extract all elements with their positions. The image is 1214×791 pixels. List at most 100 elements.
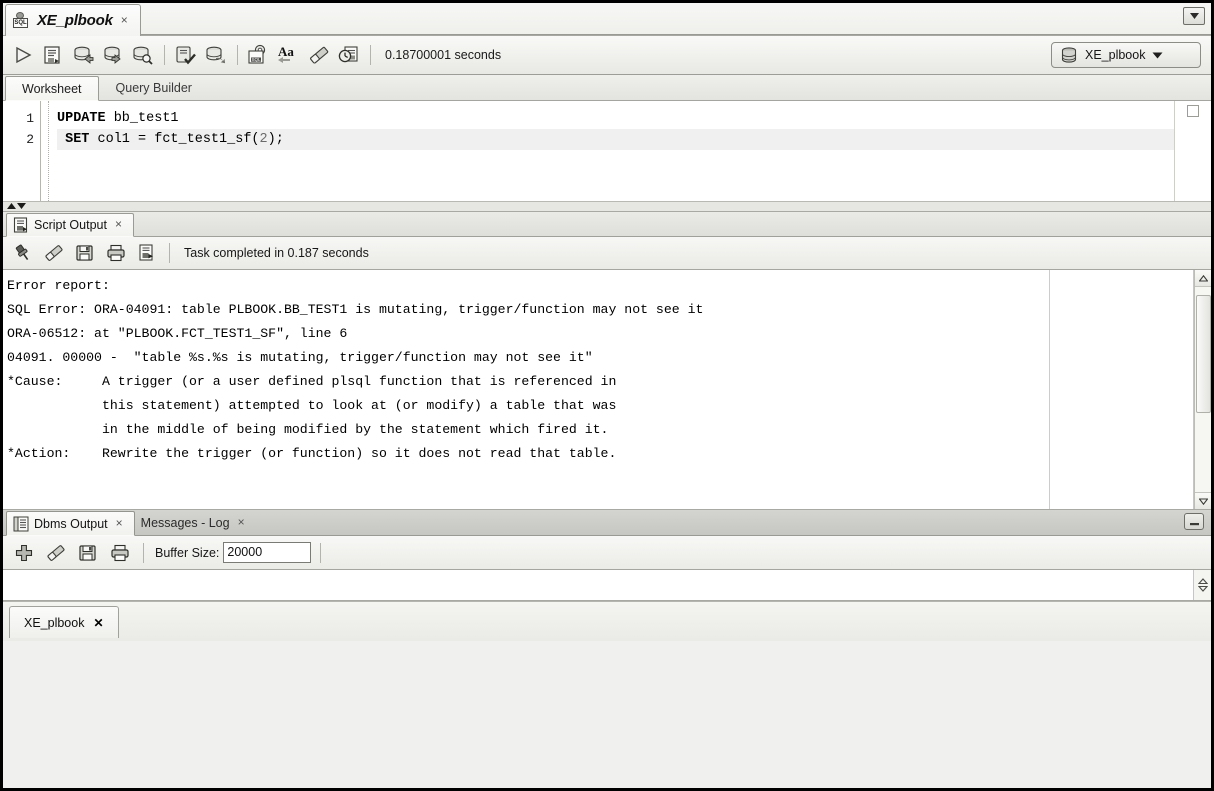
- buffer-size-input[interactable]: 20000: [223, 542, 312, 563]
- sql-code-text[interactable]: UPDATE bb_test1 SET col1 = fct_test1_sf(…: [48, 101, 1174, 201]
- scroll-down-button[interactable]: [1194, 492, 1211, 509]
- dbms-output-text: [3, 570, 1194, 600]
- bottom-tab-bar: XE_plbook ✕: [3, 601, 1211, 641]
- history-clock-icon: [338, 46, 358, 63]
- sql-connection-icon: SQL: [13, 12, 32, 29]
- splitter-arrows-icon: [7, 203, 26, 209]
- scrollbar-track[interactable]: [1194, 287, 1211, 492]
- line-number: 2: [26, 132, 34, 147]
- sql-keyword: SET: [57, 132, 90, 147]
- print-output-button[interactable]: [102, 239, 130, 267]
- unshared-sql-worksheet-button[interactable]: [129, 41, 157, 69]
- code-line-1: UPDATE bb_test1: [57, 108, 1174, 129]
- tab-messages-log-close-icon[interactable]: ×: [235, 515, 247, 531]
- eraser-icon: [310, 46, 329, 64]
- tab-script-output[interactable]: Script Output ×: [6, 213, 134, 237]
- buffer-size-label: Buffer Size:: [155, 545, 220, 560]
- sql-editor-area[interactable]: 1 2 UPDATE bb_test1 SET col1 = fct_test1…: [3, 101, 1175, 201]
- tab-dbms-output-label: Dbms Output: [34, 516, 108, 531]
- scrollbar-thumb[interactable]: [1195, 295, 1211, 413]
- script-page-icon: [44, 46, 60, 64]
- dbms-output-scrollbar[interactable]: [1194, 570, 1211, 600]
- panel-toolbar-separator: [169, 243, 170, 263]
- database-search-icon: [133, 46, 153, 65]
- code-line-2: SET col1 = fct_test1_sf(2);: [57, 129, 1174, 150]
- connection-name: XE_plbook: [1085, 48, 1146, 62]
- floppy-save-icon: [79, 544, 96, 561]
- editor-splitter[interactable]: [3, 202, 1211, 212]
- tab-messages-log-label: Messages - Log: [140, 515, 230, 530]
- database-icon: [1061, 46, 1077, 63]
- clear-dbms-output-button[interactable]: [42, 539, 70, 567]
- clear-worksheet-button[interactable]: [305, 41, 333, 69]
- database-commit-icon: [74, 46, 94, 64]
- tab-messages-log[interactable]: Messages - Log ×: [135, 510, 256, 535]
- tab-dbms-output-close-icon[interactable]: ×: [113, 516, 125, 532]
- svg-text:Aa: Aa: [278, 44, 294, 59]
- change-case-icon: Aa: [278, 44, 294, 63]
- document-tab-xe-plbook[interactable]: SQL XE_plbook ×: [5, 4, 141, 36]
- change-case-button[interactable]: Aa: [275, 41, 303, 69]
- save-dbms-output-button[interactable]: [74, 539, 102, 567]
- bottom-tab-close-icon[interactable]: ✕: [93, 616, 103, 630]
- tab-query-builder-label: Query Builder: [115, 80, 192, 95]
- document-tab-close-icon[interactable]: ×: [118, 13, 130, 29]
- toolbar-separator-3: [370, 45, 371, 65]
- run-script-button[interactable]: [39, 41, 67, 69]
- pin-button[interactable]: [9, 239, 37, 267]
- document-tab-bar: SQL XE_plbook ×: [3, 3, 1211, 36]
- printer-icon: [111, 544, 129, 561]
- bottom-tab-xe-plbook[interactable]: XE_plbook ✕: [9, 606, 119, 638]
- dbms-toolbar-separator-1: [143, 542, 144, 563]
- toolbar-separator-1: [164, 45, 165, 65]
- caret-up-icon: [1198, 274, 1208, 282]
- script-output-scrollbar[interactable]: [1194, 270, 1211, 509]
- minimize-bar-icon: [1189, 523, 1199, 526]
- sql-identifier: col1 = fct_test1_sf(: [89, 132, 260, 147]
- panel-minimize-button[interactable]: [1184, 513, 1204, 530]
- tab-dbms-output[interactable]: Dbms Output ×: [6, 511, 135, 536]
- chevron-down-icon: [1152, 52, 1163, 58]
- print-dbms-output-button[interactable]: [106, 539, 134, 567]
- bottom-tab-label: XE_plbook: [24, 615, 85, 630]
- scroll-up-button[interactable]: [1194, 270, 1211, 287]
- sql-identifier: bb_test1: [105, 111, 179, 126]
- tab-worksheet-label: Worksheet: [22, 81, 82, 96]
- sql-editor[interactable]: 1 2 UPDATE bb_test1 SET col1 = fct_test1…: [3, 101, 1211, 202]
- dbms-toolbar-separator-2: [320, 542, 322, 563]
- dbms-output-toolbar: Buffer Size: 20000: [3, 536, 1211, 570]
- sql-history-clock-button[interactable]: [335, 41, 363, 69]
- dbms-output-body[interactable]: [3, 570, 1211, 601]
- explain-plan-button[interactable]: [202, 41, 230, 69]
- autotrace-button[interactable]: [172, 41, 200, 69]
- worksheet-tab-bar: Worksheet Query Builder: [3, 75, 1211, 101]
- tab-worksheet[interactable]: Worksheet: [5, 76, 99, 101]
- scroll-updown-icon: [1197, 578, 1208, 592]
- toolbar-separator-2: [237, 45, 238, 65]
- run-statement-button[interactable]: [9, 41, 37, 69]
- sql-icon-label: SQL: [13, 18, 28, 28]
- eraser-icon: [47, 544, 65, 561]
- clear-output-button[interactable]: [40, 239, 68, 267]
- document-tab-title: XE_plbook: [37, 12, 113, 29]
- script-output-body[interactable]: Error report: SQL Error: ORA-04091: tabl…: [3, 270, 1211, 510]
- enable-dbms-output-button[interactable]: [10, 539, 38, 567]
- commit-button[interactable]: [69, 41, 97, 69]
- pushpin-icon: [15, 244, 29, 261]
- open-in-editor-button[interactable]: [133, 239, 161, 267]
- dbms-output-icon: [13, 516, 29, 531]
- sql-developer-window: SQL XE_plbook × SQL Aa 0.18700001 second…: [0, 0, 1214, 791]
- connection-chooser[interactable]: XE_plbook: [1051, 42, 1201, 68]
- editor-line-gutter: 1 2: [3, 101, 41, 201]
- rollback-button[interactable]: [99, 41, 127, 69]
- editor-overview-ruler[interactable]: [1175, 101, 1211, 201]
- save-output-button[interactable]: [71, 239, 99, 267]
- script-output-text: Error report: SQL Error: ORA-04091: tabl…: [3, 270, 1194, 509]
- tab-script-output-close-icon[interactable]: ×: [112, 217, 124, 233]
- worksheet-toolbar: SQL Aa 0.18700001 seconds XE_plbook: [3, 36, 1211, 75]
- sql-history-button[interactable]: SQL: [245, 41, 273, 69]
- window-minimize-button[interactable]: [1183, 7, 1205, 25]
- script-output-toolbar: Task completed in 0.187 seconds: [3, 237, 1211, 270]
- tab-query-builder[interactable]: Query Builder: [99, 75, 209, 100]
- floppy-save-icon: [76, 245, 93, 261]
